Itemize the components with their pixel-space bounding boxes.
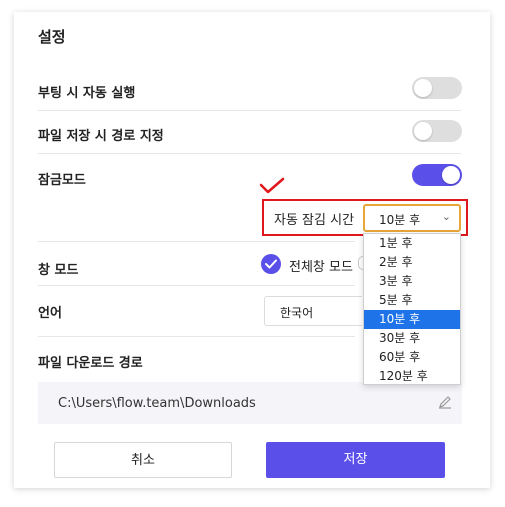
window-mode-label: 창 모드 [38, 263, 79, 278]
auto-run-label: 부팅 시 자동 실행 [38, 86, 136, 101]
dialog-title: 설정 [38, 28, 66, 46]
download-path-value: C:\Users\flow.team\Downloads [58, 396, 256, 411]
divider [38, 110, 461, 111]
download-path-label: 파일 다운로드 경로 [38, 356, 143, 371]
toggle-knob [442, 166, 460, 184]
language-label: 언어 [38, 306, 62, 321]
lock-mode-toggle[interactable] [412, 164, 462, 186]
divider [38, 241, 355, 242]
check-mark-icon [259, 177, 285, 194]
save-path-toggle[interactable] [412, 120, 462, 142]
dropdown-option[interactable]: 120분 후 [364, 367, 460, 386]
dropdown-option[interactable]: 3분 후 [364, 272, 460, 291]
dropdown-option[interactable]: 5분 후 [364, 291, 460, 310]
auto-lock-select[interactable]: 10분 후 ⌄ [363, 204, 461, 232]
language-selected-value: 한국어 [280, 306, 314, 320]
dropdown-option[interactable]: 1분 후 [364, 234, 460, 253]
chevron-down-icon: ⌄ [441, 210, 451, 223]
divider [38, 336, 355, 337]
cancel-button[interactable]: 취소 [54, 442, 232, 478]
toggle-knob [414, 122, 432, 140]
divider [38, 285, 355, 286]
auto-lock-label: 자동 잠김 시간 [274, 213, 355, 228]
toggle-knob [414, 79, 432, 97]
language-select[interactable]: 한국어 [264, 296, 362, 326]
dropdown-option[interactable]: 2분 후 [364, 253, 460, 272]
dropdown-option[interactable]: 30분 후 [364, 329, 460, 348]
fullscreen-radio[interactable] [261, 254, 281, 274]
download-path-field[interactable]: C:\Users\flow.team\Downloads [38, 382, 462, 424]
check-icon [265, 259, 277, 269]
lock-mode-label: 잠금모드 [38, 173, 86, 188]
auto-lock-dropdown: 1분 후 2분 후 3분 후 5분 후 10분 후 30분 후 60분 후 12… [363, 233, 461, 385]
save-button[interactable]: 저장 [266, 442, 445, 478]
save-path-label: 파일 저장 시 경로 지정 [38, 129, 164, 144]
pencil-icon[interactable] [438, 395, 452, 409]
fullscreen-radio-label: 전체창 모드 [289, 260, 353, 275]
dropdown-option[interactable]: 60분 후 [364, 348, 460, 367]
dropdown-option-selected[interactable]: 10분 후 [364, 310, 460, 329]
auto-run-toggle[interactable] [412, 77, 462, 99]
auto-lock-selected-value: 10분 후 [379, 213, 421, 227]
divider [38, 153, 461, 154]
